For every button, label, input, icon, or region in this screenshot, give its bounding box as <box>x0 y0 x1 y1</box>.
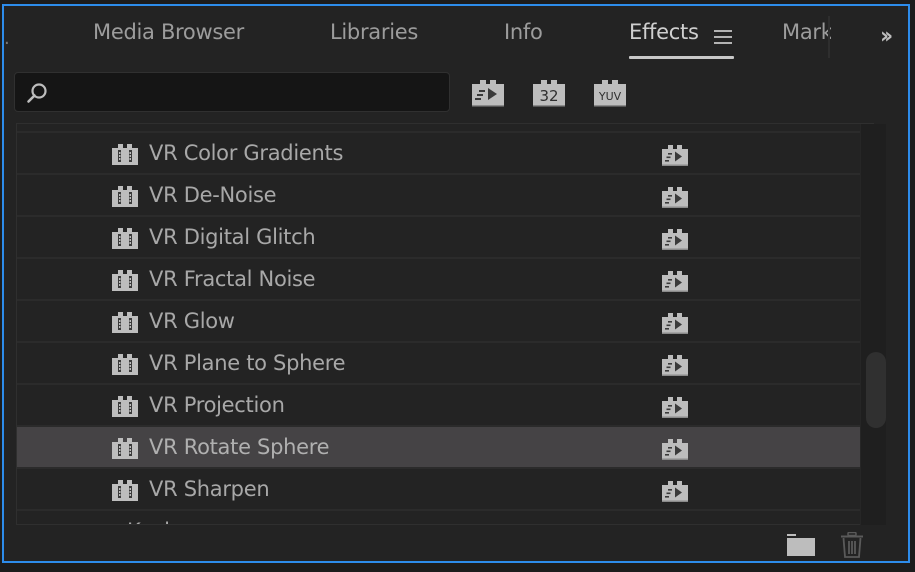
accelerated-effect-icon <box>662 187 688 208</box>
accelerated-effects-filter[interactable] <box>471 78 505 108</box>
accelerated-effect-icon <box>662 439 688 460</box>
effect-row-vr-sharpen[interactable]: VR Sharpen <box>17 469 873 511</box>
yuv-label: YUV <box>598 90 622 103</box>
video-effect-icon <box>112 312 138 333</box>
tab-media-browser[interactable]: Media Browser <box>93 20 244 44</box>
accelerated-effect-icon <box>662 481 688 502</box>
search-field[interactable] <box>14 72 450 112</box>
effect-label: VR Digital Glitch <box>149 225 316 249</box>
effect-label: VR Glow <box>149 309 235 333</box>
tab-libraries[interactable]: Libraries <box>330 20 418 44</box>
effect-row-vr-glow[interactable]: VR Glow <box>17 301 873 343</box>
effect-label: VR Plane to Sphere <box>149 351 346 375</box>
effect-row-vr-digital-glitch[interactable]: VR Digital Glitch <box>17 217 873 259</box>
effects-list: VR Color Gradients VR De-Noise VR Digita… <box>16 123 874 525</box>
effect-label: VR Sharpen <box>149 477 270 501</box>
effect-row-vr-rotate-sphere[interactable]: VR Rotate Sphere <box>17 427 873 469</box>
video-effect-icon <box>112 270 138 291</box>
accelerated-effect-icon <box>662 313 688 334</box>
search-input[interactable] <box>55 73 445 111</box>
effect-row-vr-projection[interactable]: VR Projection <box>17 385 873 427</box>
tab-divider <box>828 16 830 58</box>
tab-overflow-left[interactable]: . <box>4 28 10 49</box>
yuv-filter[interactable]: YUV <box>593 78 627 108</box>
video-effect-icon <box>112 438 138 459</box>
accelerated-effect-icon <box>662 271 688 292</box>
video-effect-icon <box>112 480 138 501</box>
scrollbar[interactable] <box>860 124 886 525</box>
tab-info[interactable]: Info <box>504 20 543 44</box>
trash-icon[interactable] <box>840 532 864 558</box>
effect-row-vr-color-gradients[interactable]: VR Color Gradients <box>17 133 873 175</box>
accelerated-effect-icon <box>662 355 688 376</box>
tab-effects[interactable]: Effects <box>629 20 699 44</box>
folder-row-keying[interactable]: › Keying <box>17 511 873 525</box>
32-bit-filter[interactable]: 32 <box>532 78 566 108</box>
tab-markers[interactable]: Mark <box>782 20 831 44</box>
tab-bar: . Media Browser Libraries Info Effects M… <box>4 6 908 64</box>
accelerated-effect-icon <box>662 397 688 418</box>
effect-label: VR Color Gradients <box>149 141 344 165</box>
effect-row-vr-de-noise[interactable]: VR De-Noise <box>17 175 873 217</box>
video-effect-icon <box>112 354 138 375</box>
effect-label: VR Projection <box>149 393 285 417</box>
folder-icon <box>83 524 111 525</box>
search-icon <box>27 83 47 103</box>
new-bin-icon[interactable] <box>787 534 815 556</box>
effect-label: VR De-Noise <box>149 183 277 207</box>
effect-label: VR Fractal Noise <box>149 267 316 291</box>
effect-label: VR Rotate Sphere <box>149 435 330 459</box>
video-effect-icon <box>112 228 138 249</box>
video-effect-icon <box>112 396 138 417</box>
folder-label: Keying <box>127 519 196 524</box>
list-top-partial-row <box>17 124 873 133</box>
scroll-thumb[interactable] <box>866 352 886 428</box>
video-effect-icon <box>112 144 138 165</box>
chevron-right-icon[interactable]: › <box>50 521 56 524</box>
video-effect-icon <box>112 186 138 207</box>
effect-row-vr-fractal-noise[interactable]: VR Fractal Noise <box>17 259 873 301</box>
32-bit-label: 32 <box>539 87 558 105</box>
double-chevron-right-icon[interactable]: ›› <box>880 24 893 49</box>
accelerated-effect-icon <box>662 229 688 250</box>
effect-row-vr-plane-to-sphere[interactable]: VR Plane to Sphere <box>17 343 873 385</box>
effects-panel: . Media Browser Libraries Info Effects M… <box>2 4 910 563</box>
accelerated-effect-icon <box>662 145 688 166</box>
active-tab-indicator <box>629 56 734 59</box>
hamburger-menu-icon[interactable] <box>714 30 732 44</box>
